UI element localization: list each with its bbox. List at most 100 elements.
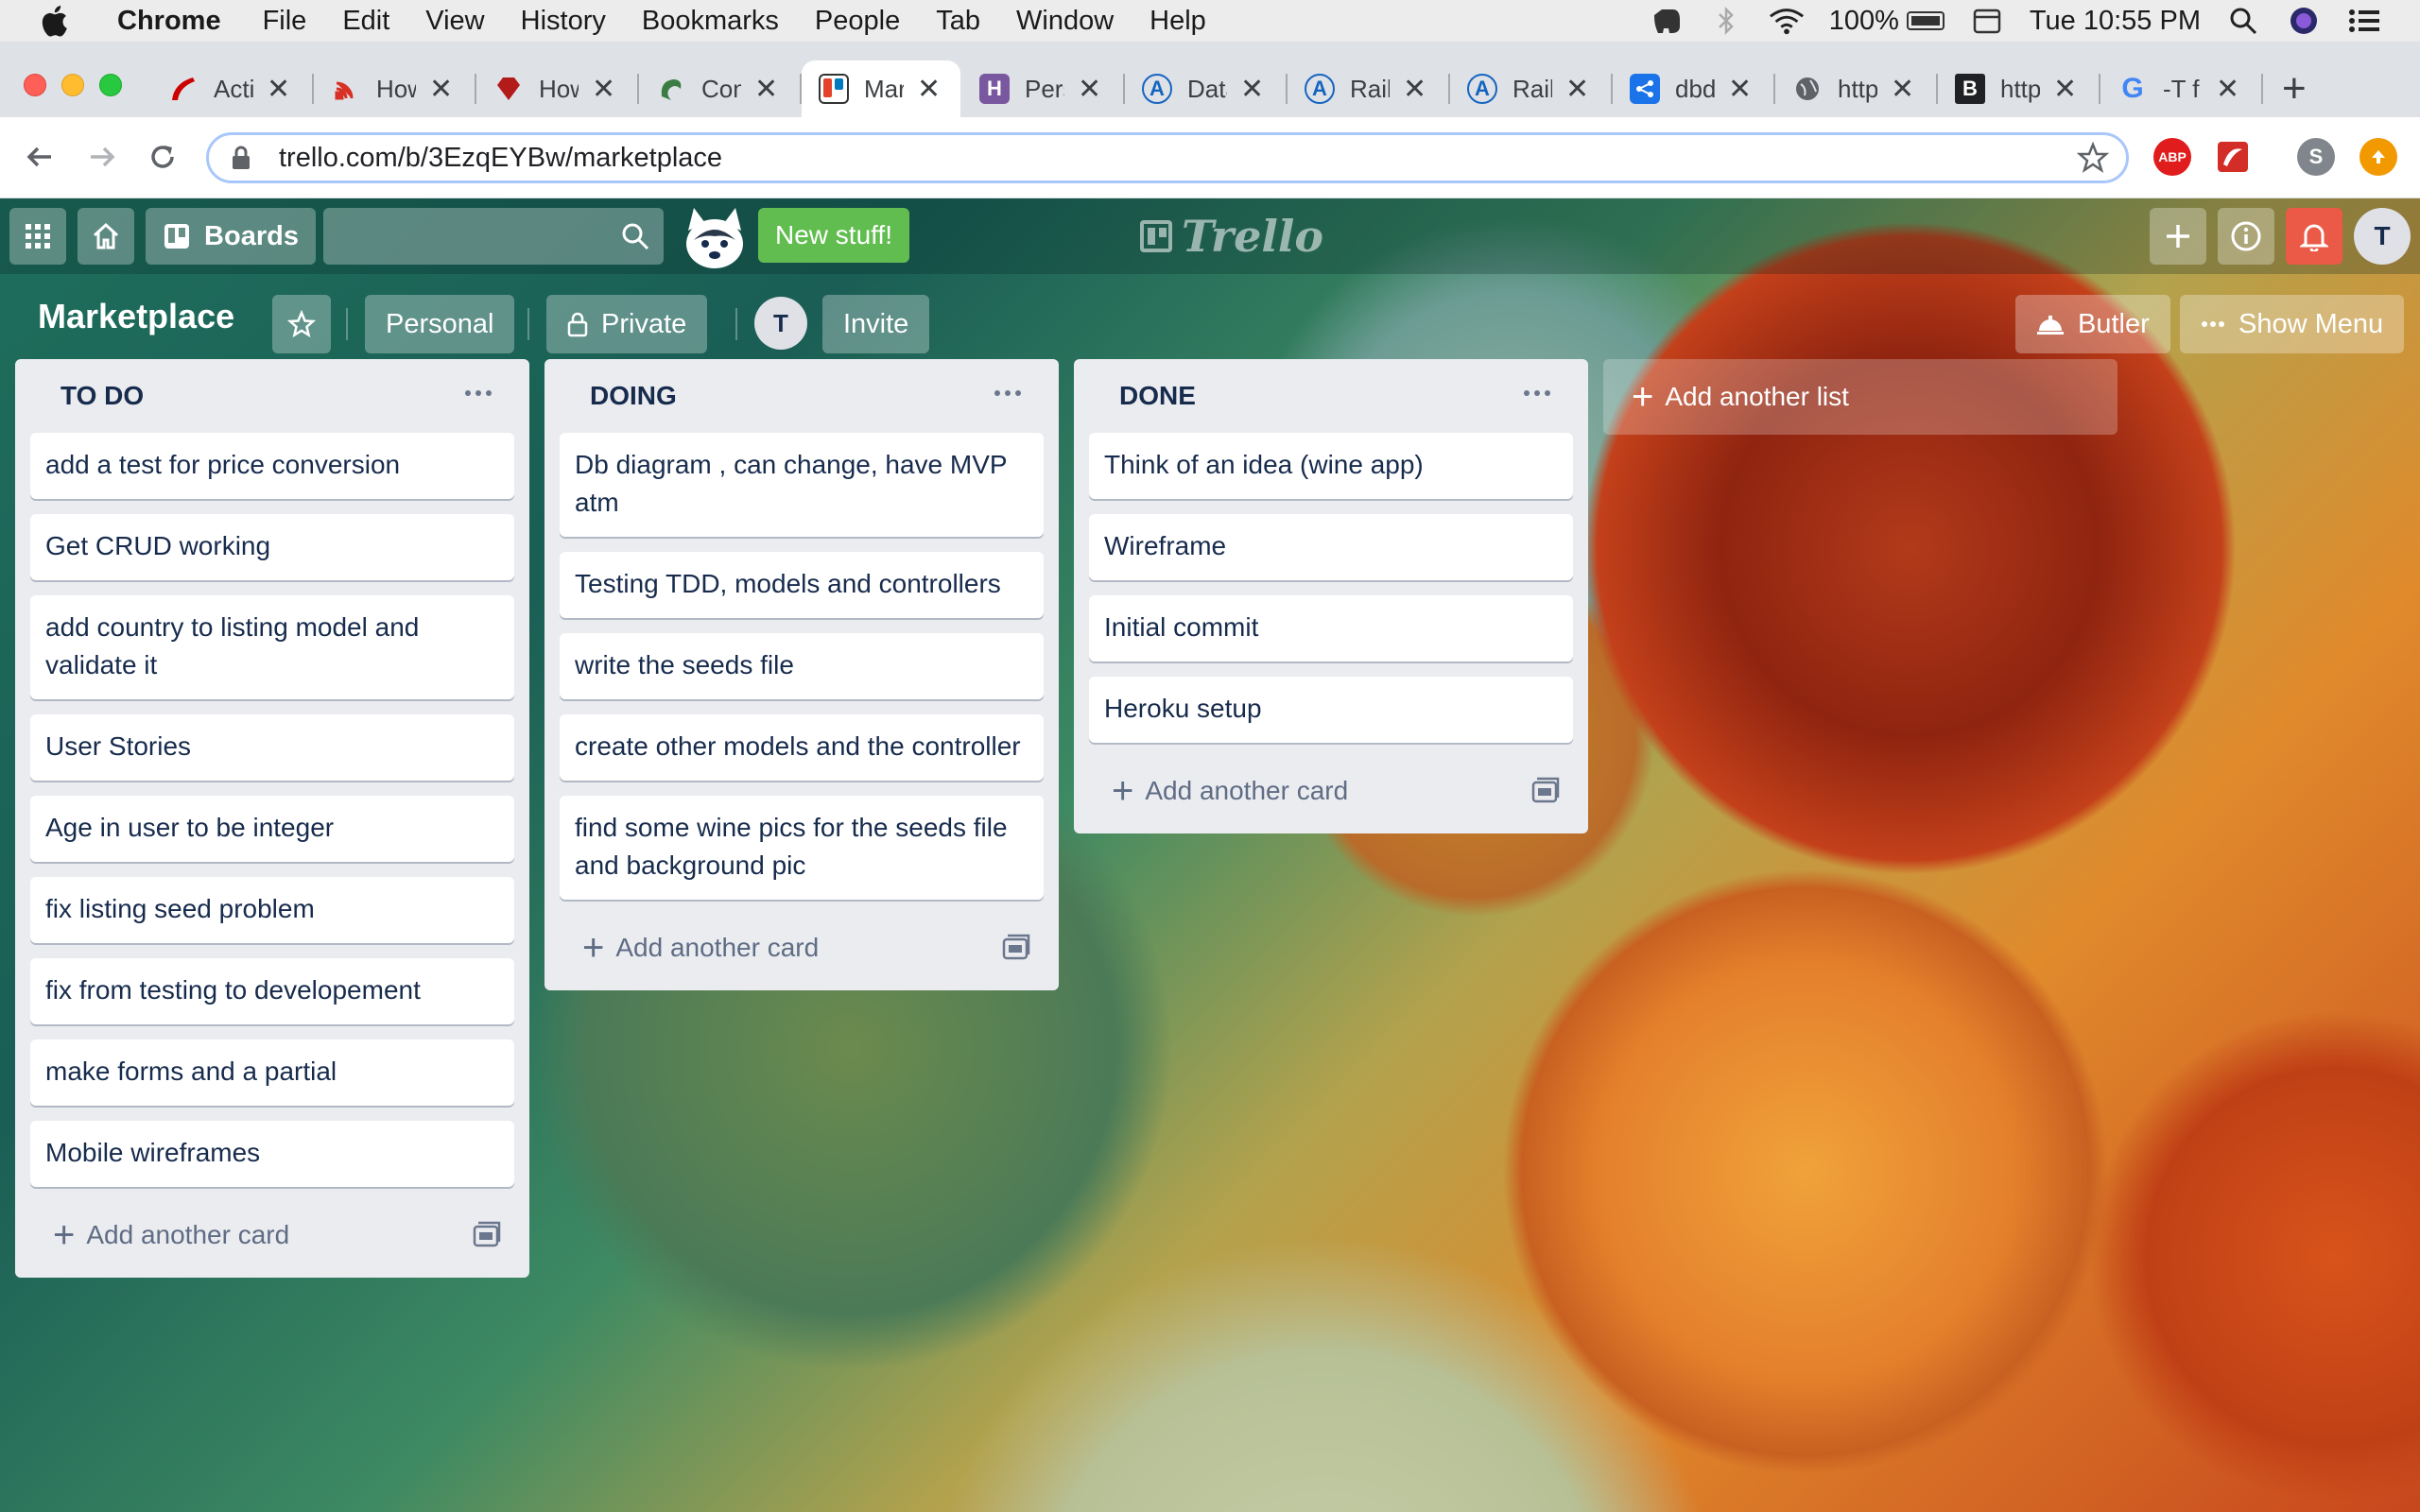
card[interactable]: Get CRUD working bbox=[30, 514, 514, 580]
menu-app-name[interactable]: Chrome bbox=[117, 6, 221, 37]
tab-close-icon[interactable]: ✕ bbox=[1891, 73, 1914, 106]
team-button[interactable]: Personal bbox=[365, 295, 515, 353]
adblock-plus-icon[interactable]: ABP bbox=[2153, 138, 2191, 176]
tab-close-icon[interactable]: ✕ bbox=[754, 73, 778, 106]
card[interactable]: Db diagram , can change, have MVP atm bbox=[560, 433, 1044, 537]
tab-close-icon[interactable]: ✕ bbox=[1565, 73, 1589, 106]
create-button[interactable] bbox=[2150, 208, 2206, 265]
browser-tab-active[interactable]: Mar ✕ bbox=[802, 60, 960, 117]
list-header[interactable]: DOING bbox=[560, 359, 1044, 433]
card-template-icon[interactable] bbox=[1002, 934, 1030, 960]
card[interactable]: Heroku setup bbox=[1089, 677, 1573, 743]
profile-avatar[interactable]: S bbox=[2297, 138, 2335, 176]
clock[interactable]: Tue 10:55 PM bbox=[2030, 6, 2201, 37]
reload-button[interactable] bbox=[144, 138, 182, 176]
lock-icon[interactable] bbox=[230, 145, 252, 171]
tab-close-icon[interactable]: ✕ bbox=[2053, 73, 2077, 106]
browser-tab[interactable]: A Data ✕ bbox=[1125, 60, 1288, 117]
tab-close-icon[interactable]: ✕ bbox=[592, 73, 615, 106]
tab-close-icon[interactable]: ✕ bbox=[429, 73, 453, 106]
menu-tab[interactable]: Tab bbox=[936, 6, 980, 37]
star-board-button[interactable] bbox=[272, 295, 331, 353]
card[interactable]: Mobile wireframes bbox=[30, 1121, 514, 1187]
board-search-input[interactable] bbox=[323, 208, 664, 265]
card-template-icon[interactable] bbox=[1531, 777, 1560, 803]
wifi-icon[interactable] bbox=[1769, 6, 1805, 36]
card[interactable]: make forms and a partial bbox=[30, 1040, 514, 1106]
member-avatar[interactable]: T bbox=[2354, 208, 2411, 265]
show-menu-button[interactable]: Show Menu bbox=[2180, 295, 2405, 353]
card[interactable]: Wireframe bbox=[1089, 514, 1573, 580]
trello-logo[interactable]: Trello bbox=[1140, 211, 1323, 262]
menu-view[interactable]: View bbox=[425, 6, 484, 37]
card[interactable]: fix listing seed problem bbox=[30, 877, 514, 943]
card-template-icon[interactable] bbox=[473, 1221, 501, 1247]
siri-icon[interactable] bbox=[2286, 6, 2322, 36]
tab-close-icon[interactable]: ✕ bbox=[1078, 73, 1101, 106]
menu-edit[interactable]: Edit bbox=[342, 6, 389, 37]
card[interactable]: find some wine pics for the seeds file a… bbox=[560, 796, 1044, 900]
browser-tab[interactable]: http ✕ bbox=[1775, 60, 1938, 117]
tab-close-icon[interactable]: ✕ bbox=[1403, 73, 1426, 106]
card[interactable]: Testing TDD, models and controllers bbox=[560, 552, 1044, 618]
new-stuff-button[interactable]: New stuff! bbox=[758, 208, 909, 263]
tab-close-icon[interactable]: ✕ bbox=[1240, 73, 1264, 106]
card[interactable]: fix from testing to developement bbox=[30, 958, 514, 1024]
window-minimize-button[interactable] bbox=[61, 74, 84, 96]
card[interactable]: Think of an idea (wine app) bbox=[1089, 433, 1573, 499]
update-icon[interactable] bbox=[2360, 138, 2397, 176]
spotlight-search-icon[interactable] bbox=[2225, 6, 2261, 36]
bluetooth-icon[interactable] bbox=[1708, 6, 1744, 36]
menu-people[interactable]: People bbox=[815, 6, 900, 37]
window-zoom-button[interactable] bbox=[99, 74, 122, 96]
card[interactable]: add a test for price conversion bbox=[30, 433, 514, 499]
notification-center-icon[interactable] bbox=[2346, 6, 2382, 36]
menu-file[interactable]: File bbox=[263, 6, 307, 37]
list-title[interactable]: DONE bbox=[1119, 381, 1196, 411]
browser-tab[interactable]: How ✕ bbox=[314, 60, 476, 117]
boards-button[interactable]: Boards bbox=[146, 208, 316, 265]
browser-tab[interactable]: H Pers ✕ bbox=[962, 60, 1125, 117]
browser-tab[interactable]: Con ✕ bbox=[639, 60, 802, 117]
tab-close-icon[interactable]: ✕ bbox=[267, 73, 290, 106]
card[interactable]: write the seeds file bbox=[560, 633, 1044, 699]
browser-tab[interactable]: dbd ✕ bbox=[1613, 60, 1775, 117]
new-tab-button[interactable]: + bbox=[2282, 68, 2307, 110]
invite-button[interactable]: Invite bbox=[822, 295, 930, 353]
card[interactable]: create other models and the controller bbox=[560, 714, 1044, 781]
browser-tab[interactable]: How ✕ bbox=[476, 60, 639, 117]
menu-window[interactable]: Window bbox=[1016, 6, 1114, 37]
butler-button[interactable]: Butler bbox=[2015, 295, 2170, 353]
evernote-elephant-icon[interactable] bbox=[1648, 6, 1684, 36]
board-member-avatar[interactable]: T bbox=[754, 297, 807, 350]
list-title[interactable]: DOING bbox=[590, 381, 677, 411]
board-title[interactable]: Marketplace bbox=[38, 297, 234, 336]
bookmark-star-icon[interactable] bbox=[2077, 142, 2109, 174]
browser-tab[interactable]: A Rail ✕ bbox=[1288, 60, 1450, 117]
card[interactable]: User Stories bbox=[30, 714, 514, 781]
add-card-button[interactable]: + Add another card bbox=[30, 1202, 514, 1268]
search-icon[interactable] bbox=[620, 221, 650, 251]
info-button[interactable] bbox=[2218, 208, 2274, 265]
browser-tab[interactable]: Acti ✕ bbox=[151, 60, 314, 117]
apps-grid-button[interactable] bbox=[9, 208, 66, 265]
url-text[interactable]: trello.com/b/3EzqEYBw/marketplace bbox=[279, 143, 722, 174]
home-button[interactable] bbox=[78, 208, 134, 265]
list-menu-icon[interactable] bbox=[461, 376, 495, 410]
apple-logo-icon[interactable] bbox=[40, 5, 68, 37]
list-menu-icon[interactable] bbox=[991, 376, 1025, 410]
notifications-button[interactable] bbox=[2286, 208, 2342, 265]
add-card-button[interactable]: + Add another card bbox=[560, 915, 1044, 981]
address-bar[interactable]: trello.com/b/3EzqEYBw/marketplace bbox=[206, 132, 2129, 183]
lastpass-icon[interactable] bbox=[2214, 138, 2252, 176]
tab-close-icon[interactable]: ✕ bbox=[1728, 73, 1752, 106]
card[interactable]: Age in user to be integer bbox=[30, 796, 514, 862]
tab-close-icon[interactable]: ✕ bbox=[917, 73, 941, 106]
list-header[interactable]: TO DO bbox=[30, 359, 514, 433]
card[interactable]: add country to listing model and validat… bbox=[30, 595, 514, 699]
menu-bookmarks[interactable]: Bookmarks bbox=[642, 6, 779, 37]
list-header[interactable]: DONE bbox=[1089, 359, 1573, 433]
card[interactable]: Initial commit bbox=[1089, 595, 1573, 662]
visibility-button[interactable]: Private bbox=[546, 295, 708, 353]
list-title[interactable]: TO DO bbox=[60, 381, 144, 411]
